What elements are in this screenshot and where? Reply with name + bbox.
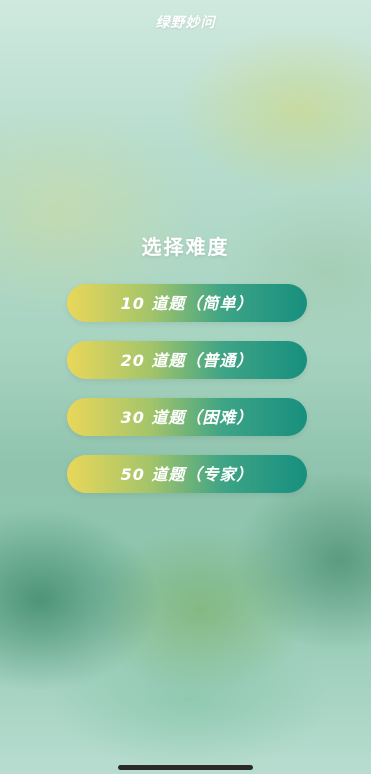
difficulty-heading: 选择难度 [141, 235, 230, 259]
difficulty-20-button[interactable]: 20 道题（普通） [67, 341, 307, 379]
app-title: 绿野妙问 [155, 15, 216, 31]
home-indicator[interactable] [118, 765, 253, 770]
difficulty-list: 10 道题（简单） 20 道题（普通） 30 道题（困难） 50 道题（专家） [67, 284, 307, 512]
screen: 绿野妙问 选择难度 10 道题（简单） 20 道题（普通） 30 道题（困难） … [0, 0, 371, 774]
difficulty-50-button[interactable]: 50 道题（专家） [67, 455, 307, 493]
difficulty-30-button[interactable]: 30 道题（困难） [67, 398, 307, 436]
difficulty-10-button[interactable]: 10 道题（简单） [67, 284, 307, 322]
